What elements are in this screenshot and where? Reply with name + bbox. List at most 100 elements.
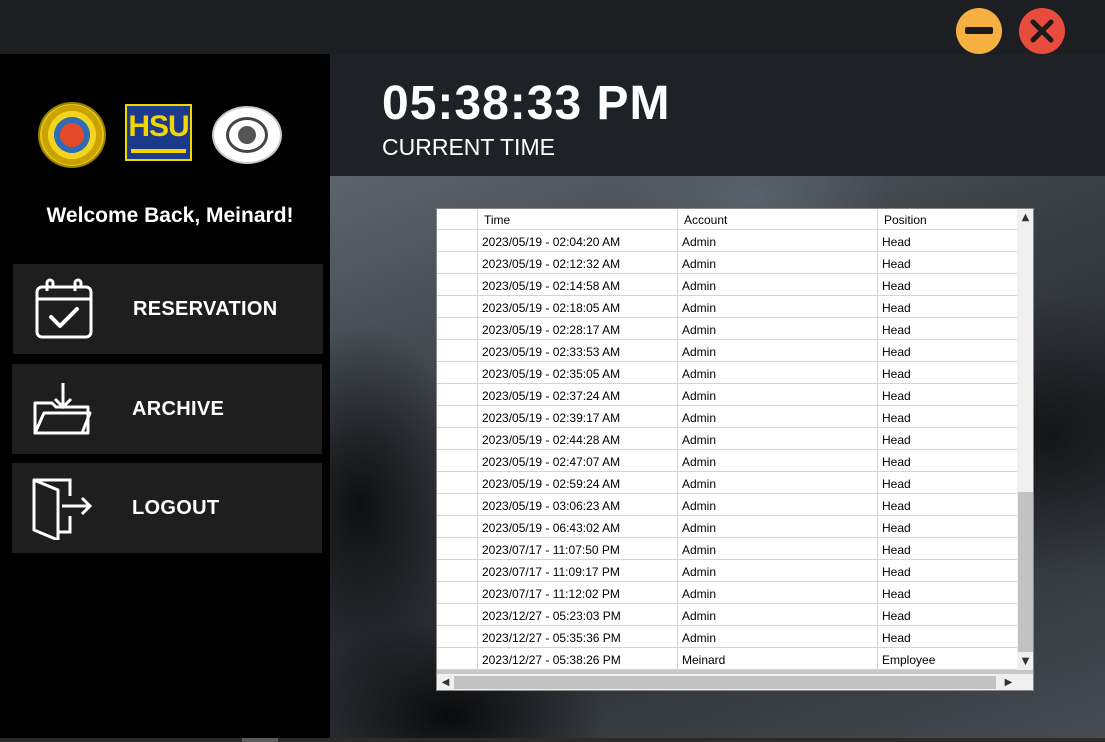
horizontal-scroll-thumb[interactable] — [454, 676, 996, 689]
column-header-time[interactable]: Time — [478, 209, 678, 230]
table-row[interactable]: 2023/12/27 - 05:23:03 PM Admin Head — [437, 604, 1017, 626]
hsu-logo-strip — [131, 149, 186, 153]
row-selector-cell — [437, 560, 478, 582]
position-cell: Head — [882, 257, 911, 271]
account-cell: Admin — [678, 428, 878, 450]
position-cell: Head — [882, 433, 911, 447]
row-selector-cell — [437, 384, 478, 406]
horizontal-scrollbar[interactable]: ◀ ▶ — [437, 674, 1033, 690]
table-row[interactable]: 2023/05/19 - 02:33:53 AM Admin Head — [437, 340, 1017, 362]
table-body: 2023/05/19 - 02:04:20 AM Admin Head 2023/05… — [437, 230, 1017, 670]
row-selector-cell — [437, 604, 478, 626]
close-icon — [1030, 19, 1054, 43]
position-cell: Head — [882, 477, 911, 491]
table-row[interactable]: 2023/07/17 - 11:09:17 PM Admin Head — [437, 560, 1017, 582]
clock-header: 05:38:33 PM CURRENT TIME — [330, 54, 1105, 176]
column-header-position[interactable]: Position — [878, 209, 1017, 230]
logout-button[interactable]: LOGOUT — [12, 463, 322, 553]
close-button[interactable] — [1019, 8, 1065, 54]
table-row[interactable]: 2023/05/19 - 02:04:20 AM Admin Head — [437, 230, 1017, 252]
row-selector-cell — [437, 406, 478, 428]
row-selector-cell — [437, 538, 478, 560]
bottom-scroll-thumb[interactable] — [242, 738, 278, 742]
account-cell: Admin — [678, 450, 878, 472]
gym-logo — [212, 106, 282, 164]
logout-door-icon — [32, 478, 93, 540]
table-row[interactable]: 2023/12/27 - 05:38:26 PM Meinard Employee — [437, 648, 1017, 670]
account-cell: Meinard — [678, 648, 878, 670]
position-cell: Head — [882, 279, 911, 293]
scroll-right-icon[interactable]: ▶ — [1000, 674, 1017, 690]
account-cell: Admin — [678, 538, 878, 560]
account-cell: Admin — [678, 604, 878, 626]
table-row[interactable]: 2023/05/19 - 02:14:58 AM Admin Head — [437, 274, 1017, 296]
account-cell: Admin — [678, 560, 878, 582]
table-row[interactable]: 2023/05/19 - 02:39:17 AM Admin Head — [437, 406, 1017, 428]
account-cell: Admin — [678, 296, 878, 318]
attendance-table[interactable]: Time Account Position 2023/05/19 - 02:04… — [436, 208, 1034, 691]
table-header: Time Account Position — [437, 209, 1017, 230]
table-row[interactable]: 2023/05/19 - 02:12:32 AM Admin Head — [437, 252, 1017, 274]
account-cell: Admin — [678, 406, 878, 428]
position-cell: Head — [882, 411, 911, 425]
row-selector-cell — [437, 516, 478, 538]
table-row[interactable]: 2023/07/17 - 11:12:02 PM Admin Head — [437, 582, 1017, 604]
scroll-left-icon[interactable]: ◀ — [437, 674, 454, 690]
bottom-scroll-strip — [0, 738, 1105, 742]
account-cell: Admin — [678, 494, 878, 516]
table-row[interactable]: 2023/05/19 - 02:18:05 AM Admin Head — [437, 296, 1017, 318]
calendar-check-icon — [35, 278, 93, 339]
table-row[interactable]: 2023/05/19 - 06:43:02 AM Admin Head — [437, 516, 1017, 538]
position-cell: Head — [882, 323, 911, 337]
row-selector-cell — [437, 472, 478, 494]
time-cell: 2023/05/19 - 02:14:58 AM — [478, 274, 678, 296]
time-cell: 2023/05/19 - 02:04:20 AM — [478, 230, 678, 252]
account-cell: Admin — [678, 516, 878, 538]
time-cell: 2023/07/17 - 11:12:02 PM — [478, 582, 678, 604]
time-cell: 2023/12/27 - 05:23:03 PM — [478, 604, 678, 626]
position-cell: Head — [882, 301, 911, 315]
account-cell: Admin — [678, 340, 878, 362]
minimize-icon — [965, 27, 993, 34]
position-cell: Head — [882, 235, 911, 249]
table-row[interactable]: 2023/05/19 - 02:35:05 AM Admin Head — [437, 362, 1017, 384]
reservation-label: RESERVATION — [133, 298, 278, 320]
scroll-down-icon[interactable]: ▼ — [1017, 653, 1033, 670]
row-selector-cell — [437, 230, 478, 252]
account-cell: Admin — [678, 252, 878, 274]
table-row[interactable]: 2023/12/27 - 05:35:36 PM Admin Head — [437, 626, 1017, 648]
table-row[interactable]: 2023/05/19 - 02:37:24 AM Admin Head — [437, 384, 1017, 406]
column-header-row-selector[interactable] — [437, 209, 478, 230]
table-row[interactable]: 2023/05/19 - 02:28:17 AM Admin Head — [437, 318, 1017, 340]
table-row[interactable]: 2023/05/19 - 02:44:28 AM Admin Head — [437, 428, 1017, 450]
table-row[interactable]: 2023/05/19 - 03:06:23 AM Admin Head — [437, 494, 1017, 516]
position-cell: Head — [882, 543, 911, 557]
row-selector-cell — [437, 428, 478, 450]
table-row[interactable]: 2023/05/19 - 02:47:07 AM Admin Head — [437, 450, 1017, 472]
scroll-up-icon[interactable]: ▲ — [1017, 209, 1033, 226]
row-selector-cell — [437, 626, 478, 648]
table-row[interactable]: 2023/05/19 - 02:59:24 AM Admin Head — [437, 472, 1017, 494]
title-bar — [0, 0, 1105, 54]
account-cell: Admin — [678, 362, 878, 384]
time-cell: 2023/05/19 - 02:59:24 AM — [478, 472, 678, 494]
university-logo — [38, 102, 106, 168]
hsu-logo-text: HSU — [128, 110, 189, 143]
reservation-button[interactable]: RESERVATION — [13, 264, 323, 354]
position-cell: Employee — [882, 653, 936, 667]
minimize-button[interactable] — [956, 8, 1002, 54]
row-selector-cell — [437, 582, 478, 604]
table-row[interactable]: 2023/07/17 - 11:07:50 PM Admin Head — [437, 538, 1017, 560]
column-header-account[interactable]: Account — [678, 209, 878, 230]
time-cell: 2023/05/19 - 02:33:53 AM — [478, 340, 678, 362]
time-cell: 2023/05/19 - 02:37:24 AM — [478, 384, 678, 406]
vertical-scroll-thumb[interactable] — [1018, 492, 1033, 652]
account-cell: Admin — [678, 582, 878, 604]
welcome-message: Welcome Back, Meinard! — [46, 204, 294, 227]
vertical-scrollbar[interactable]: ▲ ▼ — [1017, 209, 1033, 670]
time-cell: 2023/05/19 - 02:35:05 AM — [478, 362, 678, 384]
time-cell: 2023/05/19 - 03:06:23 AM — [478, 494, 678, 516]
time-cell: 2023/12/27 - 05:35:36 PM — [478, 626, 678, 648]
time-cell: 2023/05/19 - 02:12:32 AM — [478, 252, 678, 274]
archive-button[interactable]: ARCHIVE — [12, 364, 322, 454]
